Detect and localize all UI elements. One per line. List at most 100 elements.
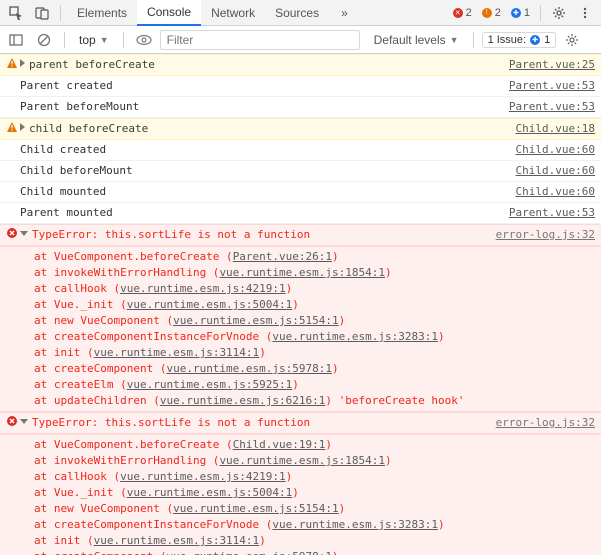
source-link[interactable]: Parent.vue:53 bbox=[501, 205, 595, 221]
source-link[interactable]: Child.vue:60 bbox=[508, 184, 595, 200]
issues-count: 1 bbox=[544, 34, 550, 46]
message-text: Child created bbox=[20, 142, 508, 158]
source-link[interactable]: Child.vue:18 bbox=[508, 121, 595, 137]
sidebar-toggle-icon[interactable] bbox=[4, 28, 28, 52]
message-text: Child mounted bbox=[20, 184, 508, 200]
stack-frame: at createComponent (vue.runtime.esm.js:5… bbox=[6, 361, 595, 377]
live-expression-icon[interactable] bbox=[132, 28, 156, 52]
stack-frame: at callHook (vue.runtime.esm.js:4219:1) bbox=[6, 281, 595, 297]
source-link[interactable]: Parent.vue:53 bbox=[501, 78, 595, 94]
stack-link[interactable]: vue.runtime.esm.js:1854:1 bbox=[219, 266, 385, 279]
message-text: TypeError: this.sortLife is not a functi… bbox=[20, 227, 488, 243]
device-toggle-icon[interactable] bbox=[30, 1, 54, 25]
message-text: TypeError: this.sortLife is not a functi… bbox=[20, 415, 488, 431]
warn-icon bbox=[4, 121, 20, 137]
info-icon bbox=[4, 78, 20, 94]
stack-frame: at createElm (vue.runtime.esm.js:5925:1) bbox=[6, 377, 595, 393]
kebab-menu-icon[interactable] bbox=[573, 1, 597, 25]
stack-link[interactable]: vue.runtime.esm.js:4219:1 bbox=[120, 470, 286, 483]
console-messages[interactable]: parent beforeCreateParent.vue:25Parent c… bbox=[0, 54, 601, 555]
stack-frame: at invokeWithErrorHandling (vue.runtime.… bbox=[6, 265, 595, 281]
stack-link[interactable]: vue.runtime.esm.js:5978:1 bbox=[166, 550, 332, 555]
context-label: top bbox=[79, 33, 96, 47]
stack-frame: at VueComponent.beforeCreate (Child.vue:… bbox=[6, 437, 595, 453]
stack-frame: at Vue._init (vue.runtime.esm.js:5004:1) bbox=[6, 297, 595, 313]
console-toolbar: top ▼ Default levels ▼ 1 Issue: ✚ 1 bbox=[0, 26, 601, 54]
stack-frame: at updateChildren (vue.runtime.esm.js:62… bbox=[6, 393, 595, 409]
console-row: Parent createdParent.vue:53 bbox=[0, 76, 601, 97]
stack-link[interactable]: vue.runtime.esm.js:4219:1 bbox=[120, 282, 286, 295]
stack-link[interactable]: vue.runtime.esm.js:5004:1 bbox=[127, 486, 293, 499]
tab-console[interactable]: Console bbox=[137, 0, 201, 26]
source-link[interactable]: Parent.vue:53 bbox=[501, 99, 595, 115]
stack-frame: at callHook (vue.runtime.esm.js:4219:1) bbox=[6, 469, 595, 485]
error-icon bbox=[4, 415, 20, 431]
info-icon bbox=[4, 163, 20, 179]
message-text: parent beforeCreate bbox=[20, 57, 501, 73]
filter-input[interactable] bbox=[160, 30, 360, 50]
source-link[interactable]: Child.vue:60 bbox=[508, 163, 595, 179]
stack-link[interactable]: Child.vue:19:1 bbox=[233, 438, 326, 451]
message-text: Parent beforeMount bbox=[20, 99, 501, 115]
info-icon bbox=[4, 99, 20, 115]
panel-tabs: ElementsConsoleNetworkSources bbox=[67, 0, 329, 26]
console-row: parent beforeCreateParent.vue:25 bbox=[0, 54, 601, 76]
warning-count-badge[interactable]: ! 2 bbox=[478, 7, 505, 19]
console-row: Parent mountedParent.vue:53 bbox=[0, 203, 601, 224]
warning-count: 2 bbox=[495, 7, 501, 19]
error-count-badge[interactable]: ✕ 2 bbox=[449, 7, 476, 19]
stack-link[interactable]: vue.runtime.esm.js:3283:1 bbox=[272, 518, 438, 531]
stack-link[interactable]: vue.runtime.esm.js:5004:1 bbox=[127, 298, 293, 311]
stack-link[interactable]: vue.runtime.esm.js:3114:1 bbox=[94, 346, 260, 359]
info-count-badge[interactable]: ✚ 1 bbox=[507, 7, 534, 19]
stack-link[interactable]: vue.runtime.esm.js:3283:1 bbox=[272, 330, 438, 343]
issue-icon: ✚ bbox=[530, 35, 540, 45]
log-levels-selector[interactable]: Default levels ▼ bbox=[368, 33, 465, 47]
stack-link[interactable]: vue.runtime.esm.js:6216:1 bbox=[160, 394, 326, 407]
info-icon bbox=[4, 205, 20, 221]
stack-link[interactable]: vue.runtime.esm.js:1854:1 bbox=[219, 454, 385, 467]
inspect-icon[interactable] bbox=[4, 1, 28, 25]
source-link[interactable]: error-log.js:32 bbox=[488, 415, 595, 431]
clear-console-icon[interactable] bbox=[32, 28, 56, 52]
issues-label: 1 Issue: bbox=[488, 34, 527, 46]
issues-button[interactable]: 1 Issue: ✚ 1 bbox=[482, 32, 557, 48]
tab-elements[interactable]: Elements bbox=[67, 0, 137, 26]
warning-icon: ! bbox=[482, 8, 492, 18]
source-link[interactable]: error-log.js:32 bbox=[488, 227, 595, 243]
message-text: Parent created bbox=[20, 78, 501, 94]
more-tabs-button[interactable]: » bbox=[331, 0, 358, 26]
stack-frame: at createComponentInstanceForVnode (vue.… bbox=[6, 329, 595, 345]
divider bbox=[540, 5, 541, 21]
console-settings-icon[interactable] bbox=[560, 28, 584, 52]
error-icon bbox=[4, 227, 20, 243]
settings-icon[interactable] bbox=[547, 1, 571, 25]
stack-trace: at VueComponent.beforeCreate (Parent.vue… bbox=[0, 246, 601, 412]
source-link[interactable]: Child.vue:60 bbox=[508, 142, 595, 158]
stack-frame: at new VueComponent (vue.runtime.esm.js:… bbox=[6, 501, 595, 517]
stack-link[interactable]: vue.runtime.esm.js:5154:1 bbox=[173, 502, 339, 515]
tab-network[interactable]: Network bbox=[201, 0, 265, 26]
stack-link[interactable]: Parent.vue:26:1 bbox=[233, 250, 332, 263]
stack-link[interactable]: vue.runtime.esm.js:5154:1 bbox=[173, 314, 339, 327]
console-row: Child mountedChild.vue:60 bbox=[0, 182, 601, 203]
stack-frame: at createComponent (vue.runtime.esm.js:5… bbox=[6, 549, 595, 555]
info-icon: ✚ bbox=[511, 8, 521, 18]
info-icon bbox=[4, 184, 20, 200]
console-row: Parent beforeMountParent.vue:53 bbox=[0, 97, 601, 118]
divider bbox=[60, 5, 61, 21]
tab-sources[interactable]: Sources bbox=[265, 0, 329, 26]
source-link[interactable]: Parent.vue:25 bbox=[501, 57, 595, 73]
stack-link[interactable]: vue.runtime.esm.js:5978:1 bbox=[166, 362, 332, 375]
warn-icon bbox=[4, 57, 20, 73]
stack-frame: at new VueComponent (vue.runtime.esm.js:… bbox=[6, 313, 595, 329]
context-selector[interactable]: top ▼ bbox=[73, 30, 115, 50]
console-row: child beforeCreateChild.vue:18 bbox=[0, 118, 601, 140]
stack-link[interactable]: vue.runtime.esm.js:5925:1 bbox=[127, 378, 293, 391]
error-count: 2 bbox=[466, 7, 472, 19]
divider bbox=[64, 32, 65, 48]
stack-link[interactable]: vue.runtime.esm.js:3114:1 bbox=[94, 534, 260, 547]
error-icon: ✕ bbox=[453, 8, 463, 18]
stack-frame: at VueComponent.beforeCreate (Parent.vue… bbox=[6, 249, 595, 265]
divider bbox=[473, 32, 474, 48]
